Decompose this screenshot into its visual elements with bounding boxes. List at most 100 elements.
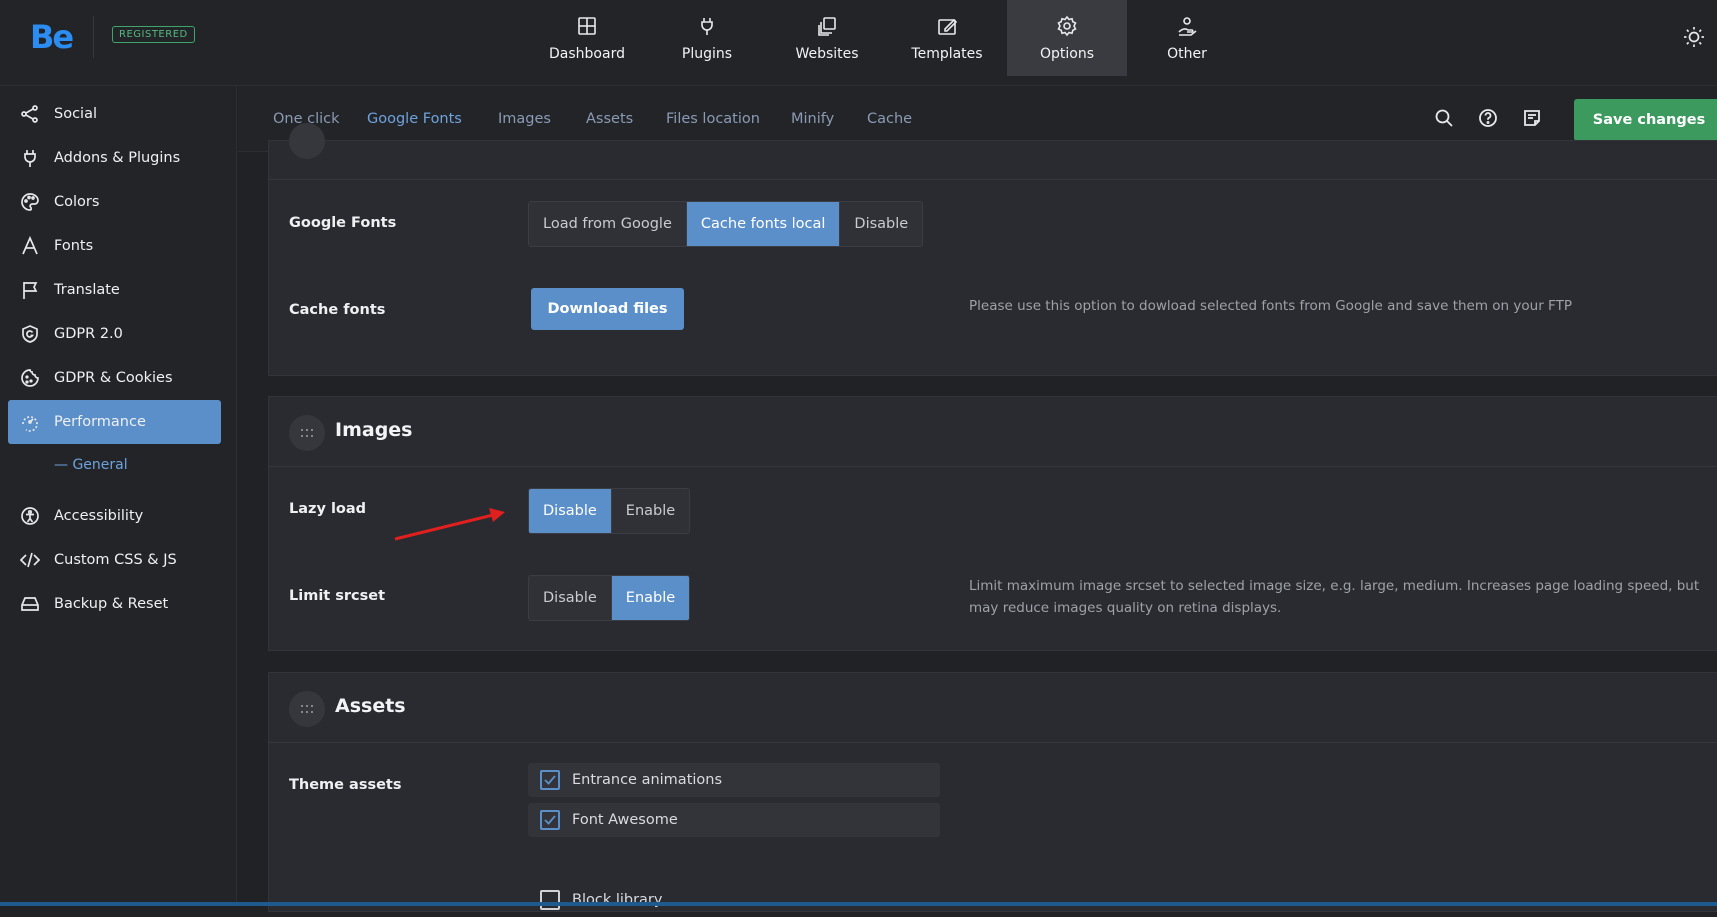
google-fonts-label: Google Fonts: [289, 215, 397, 231]
sidebar-item-backup-reset[interactable]: Backup & Reset: [8, 582, 221, 626]
sidebar-item-gdpr2[interactable]: GDPR 2.0: [8, 312, 221, 356]
nav-label: Dashboard: [549, 45, 625, 62]
sidebar-item-label: Custom CSS & JS: [54, 552, 177, 568]
drag-handle-icon[interactable]: [289, 691, 325, 727]
nav-label: Other: [1167, 45, 1207, 62]
sidebar-sub-item-general[interactable]: — General: [54, 457, 128, 473]
checkbox-font-awesome[interactable]: Font Awesome: [528, 803, 940, 837]
panel-header: Images: [269, 397, 1717, 467]
checkbox[interactable]: [540, 770, 560, 790]
check-icon: [544, 775, 556, 785]
nav-label: Websites: [795, 45, 859, 62]
limit-srcset-help: Limit maximum image srcset to selected i…: [969, 578, 1700, 616]
websites-icon: [818, 16, 836, 36]
cache-fonts-label: Cache fonts: [289, 302, 386, 318]
nav-label: Plugins: [681, 45, 733, 62]
assets-panel: Assets Theme assets Entrance animations …: [268, 672, 1717, 912]
option-enable[interactable]: Enable: [611, 576, 690, 620]
nav-options[interactable]: Options: [1007, 0, 1127, 76]
option-disable[interactable]: Disable: [840, 202, 923, 246]
checkbox-entrance-animations[interactable]: Entrance animations: [528, 763, 940, 797]
sidebar-item-translate[interactable]: Translate: [8, 268, 221, 312]
nav-label: Templates: [911, 45, 983, 62]
option-enable[interactable]: Enable: [611, 489, 690, 533]
gear-icon: [1057, 15, 1077, 36]
save-changes-button[interactable]: Save changes: [1574, 99, 1717, 141]
sidebar-item-custom-css-js[interactable]: Custom CSS & JS: [8, 538, 221, 582]
nav-websites[interactable]: Websites: [767, 0, 887, 76]
option-disable[interactable]: Disable: [529, 489, 612, 533]
plug-icon: [24, 150, 36, 167]
nav-other[interactable]: Other: [1127, 0, 1247, 76]
sidebar-item-accessibility[interactable]: Accessibility: [8, 494, 221, 538]
accessibility-icon: [21, 507, 39, 525]
search-icon: [1435, 109, 1453, 127]
sidebar-item-label: GDPR & Cookies: [54, 370, 173, 386]
sidebar-item-label: Translate: [54, 282, 120, 298]
plug-icon: [701, 17, 713, 35]
google-fonts-segmented: Load from Google Cache fonts local Disab…: [528, 201, 924, 247]
check-icon: [544, 815, 556, 825]
sidebar-item-label: Accessibility: [54, 508, 144, 524]
notes-icon: [1524, 110, 1540, 126]
divider: [93, 16, 94, 58]
nav-dashboard[interactable]: Dashboard: [527, 0, 647, 76]
divider: [269, 179, 1717, 180]
images-panel: Images Lazy load Disable Enable Limit sr…: [268, 396, 1717, 651]
sidebar-item-performance[interactable]: Performance: [8, 400, 221, 444]
sidebar-item-label: Backup & Reset: [54, 596, 169, 612]
panel-title: Assets: [335, 695, 406, 717]
sidebar-item-fonts[interactable]: Fonts: [8, 224, 221, 268]
changelog-button[interactable]: [1522, 108, 1544, 130]
sidebar-item-gdpr-cookies[interactable]: GDPR & Cookies: [8, 356, 221, 400]
theme-assets-label: Theme assets: [289, 777, 402, 793]
option-cache-fonts-local[interactable]: Cache fonts local: [686, 202, 841, 246]
drag-handle-icon[interactable]: [289, 415, 325, 451]
sidebar-item-label: Social: [54, 106, 97, 122]
palette-icon: [21, 193, 39, 211]
checkbox-block-library[interactable]: Block library: [528, 883, 940, 917]
flag-icon: [23, 282, 38, 299]
share-icon: [21, 105, 38, 123]
sidebar-item-label: Colors: [54, 194, 100, 210]
help-button[interactable]: [1478, 108, 1500, 130]
backup-icon: [21, 597, 39, 611]
lazy-load-segmented: Disable Enable: [528, 488, 691, 534]
download-files-button[interactable]: Download files: [531, 288, 684, 330]
top-bar: Be REGISTERED Dashboard Plugins Websites…: [0, 0, 1717, 86]
speedometer-icon: [22, 416, 38, 432]
templates-icon: [938, 18, 958, 35]
sidebar-item-social[interactable]: Social: [8, 92, 221, 136]
logo[interactable]: Be: [30, 18, 74, 56]
sidebar-item-label: Addons & Plugins: [54, 150, 181, 166]
limit-srcset-label: Limit srcset: [289, 588, 386, 604]
registered-badge: REGISTERED: [112, 26, 195, 43]
option-load-from-google[interactable]: Load from Google: [529, 202, 687, 246]
annotation-arrow: [394, 508, 505, 541]
lazy-load-label: Lazy load: [289, 501, 367, 517]
checkbox[interactable]: [540, 810, 560, 830]
search-button[interactable]: [1434, 108, 1456, 130]
checkbox-label: Entrance animations: [572, 772, 723, 788]
sidebar: Social Addons & Plugins Colors Fonts Tra…: [0, 86, 237, 906]
sidebar-item-label: Fonts: [54, 238, 94, 254]
sidebar-item-label: Performance: [54, 414, 146, 430]
sidebar-item-addons[interactable]: Addons & Plugins: [8, 136, 221, 180]
dashboard-icon: [578, 16, 596, 35]
google-fonts-panel: Google Fonts Load from Google Cache font…: [268, 123, 1717, 376]
nav-plugins[interactable]: Plugins: [647, 0, 767, 76]
nav-label: Options: [1039, 45, 1095, 62]
help-icon: [1479, 109, 1497, 127]
option-disable[interactable]: Disable: [529, 576, 612, 620]
checkbox[interactable]: [540, 890, 560, 910]
sidebar-item-colors[interactable]: Colors: [8, 180, 221, 224]
drag-handle-icon[interactable]: [289, 123, 325, 159]
limit-srcset-segmented: Disable Enable: [528, 575, 691, 621]
panel-header: Assets: [269, 673, 1717, 743]
main-nav: Dashboard Plugins Websites Templates Opt…: [527, 0, 1247, 76]
sidebar-item-label: GDPR 2.0: [54, 326, 123, 342]
sun-icon[interactable]: [1683, 26, 1705, 48]
cookie-icon: [21, 369, 39, 387]
panel-title: Images: [335, 419, 413, 441]
nav-templates[interactable]: Templates: [887, 0, 1007, 76]
